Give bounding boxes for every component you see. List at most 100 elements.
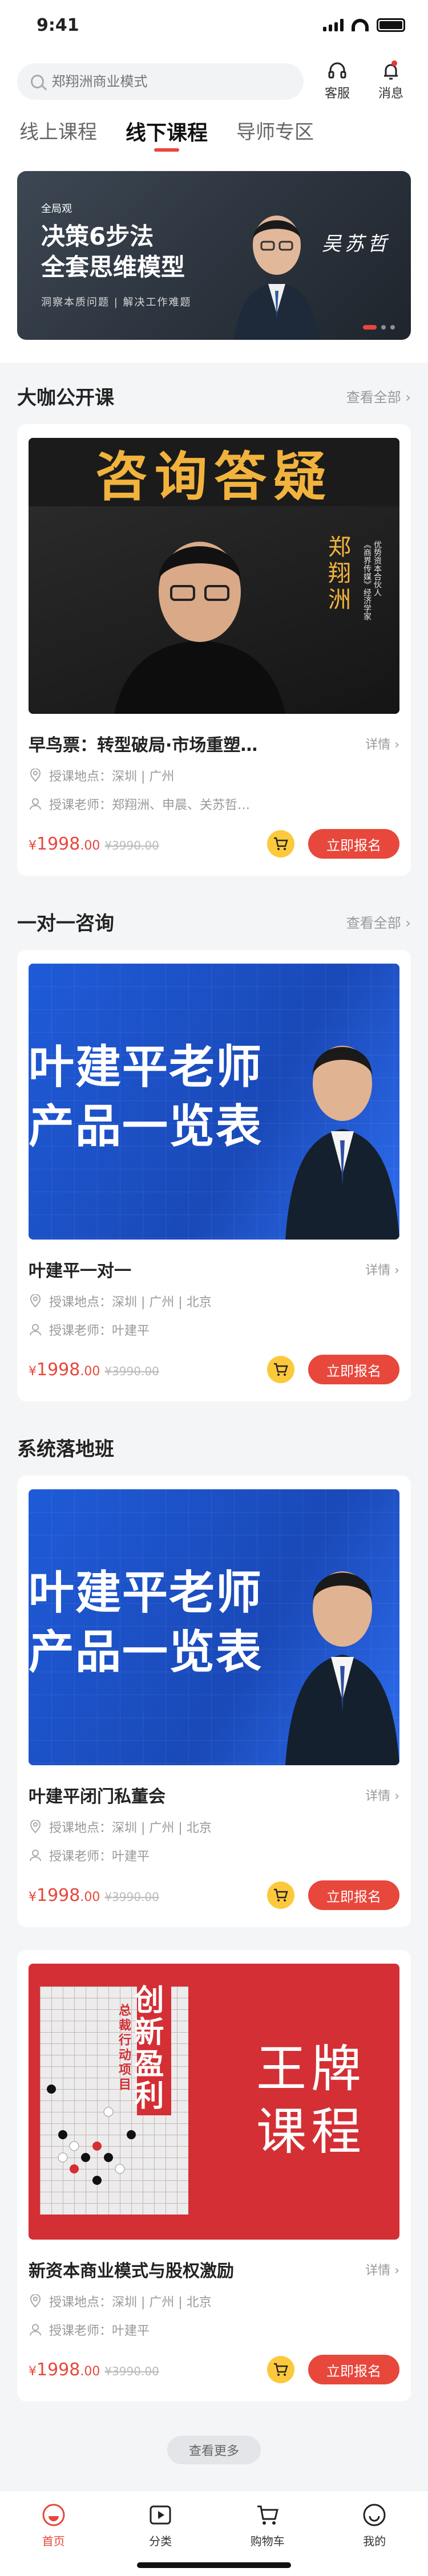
poster-person-image (114, 542, 285, 714)
course-poster: 咨询答疑 郑翔洲 优势资本合伙人 《商界传媒》经济学家 (29, 438, 399, 714)
teacher-row: 授课老师：叶建平 (29, 2321, 399, 2339)
teacher-row: 授课老师：叶建平 (29, 1320, 399, 1339)
price: ¥1998.00 ¥3990.00 (29, 834, 159, 854)
poster-line: 王牌 (256, 2039, 366, 2098)
header: 客服 消息 线上课程 线下课程 导师专区 (0, 50, 428, 160)
search-row: 客服 消息 (17, 60, 411, 101)
user-icon (29, 1323, 42, 1336)
section-header-public-courses: 大咖公开课 查看全部 › (0, 373, 428, 419)
search-input[interactable] (51, 74, 290, 90)
signup-button[interactable]: 立即报名 (308, 2355, 399, 2384)
signup-button[interactable]: 立即报名 (308, 1880, 399, 1910)
original-price: ¥3990.00 (104, 838, 159, 852)
home-indicator (137, 2562, 291, 2568)
signal-icon (323, 19, 344, 31)
poster-line: 课程 (256, 2102, 366, 2161)
user-icon (29, 2323, 42, 2337)
user-icon (29, 797, 42, 811)
banner-subtitle: 洞察本质问题 | 解决工作难题 (41, 296, 192, 308)
course-card[interactable]: 总裁行动项目 创新盈利 王牌 课程 新资本商业模式与股权激励 详情 › 授课地点… (17, 1950, 411, 2402)
banner-dot[interactable] (381, 325, 386, 330)
poster-vertical-main: 创新盈利 (129, 1981, 171, 2115)
course-card[interactable]: 叶建平老师 产品一览表 叶建平闭门私董会 详情 › 授课地点：深圳 | 广州 |… (17, 1476, 411, 1927)
nav-home[interactable]: 首页 (19, 2502, 88, 2576)
course-title[interactable]: 叶建平闭门私董会 (29, 1782, 165, 1807)
card-actions: 立即报名 (267, 2355, 399, 2384)
add-to-cart-button[interactable] (267, 1882, 294, 1909)
banner-dot[interactable] (390, 325, 395, 330)
course-card[interactable]: 咨询答疑 郑翔洲 优势资本合伙人 《商界传媒》经济学家 早鸟票：转型破局·市场重… (17, 424, 411, 876)
teacher-text: 授课老师：郑翔洲、申晨、关苏哲… (49, 798, 251, 812)
message-label: 消息 (378, 87, 403, 101)
nav-label: 分类 (149, 2534, 172, 2548)
view-all-link[interactable]: 查看全部 › (346, 912, 411, 932)
teacher-row: 授课老师：叶建平 (29, 1846, 399, 1864)
location-text: 授课地点：深圳 | 广州 | 北京 (49, 1821, 212, 1835)
section-title: 一对一咨询 (17, 912, 114, 935)
course-title[interactable]: 早鸟票：转型破局·市场重塑… (29, 731, 257, 756)
detail-link[interactable]: 详情 › (365, 2260, 399, 2278)
location-icon (29, 2294, 42, 2308)
signup-button[interactable]: 立即报名 (308, 1355, 399, 1384)
load-more-button[interactable]: 查看更多 (167, 2436, 261, 2464)
poster-name: 郑翔洲 (324, 535, 350, 613)
detail-link[interactable]: 详情 › (365, 1786, 399, 1804)
location-text: 授课地点：深圳 | 广州 | 北京 (49, 2295, 212, 2310)
bottom-nav: 首页 分类 购物车 我的 (0, 2490, 428, 2576)
message-button[interactable]: 消息 (371, 60, 411, 101)
location-row: 授课地点：深圳 | 广州 | 北京 (29, 1818, 399, 1836)
search-bar[interactable] (17, 63, 304, 100)
tab-online-courses[interactable]: 线上课程 (19, 116, 97, 152)
teacher-text: 授课老师：叶建平 (49, 1850, 150, 1864)
poster-desc-line: 《商界传媒》经济学家 (362, 541, 372, 620)
poster-line: 产品一览表 (29, 1626, 263, 1679)
promo-banner[interactable]: 全局观 决策6步法 全套思维模型 洞察本质问题 | 解决工作难题 吴苏哲 (17, 171, 411, 340)
battery-icon (377, 18, 405, 32)
teacher-text: 授课老师：叶建平 (49, 1324, 150, 1338)
section-title: 系统落地班 (17, 1437, 114, 1461)
card-actions: 立即报名 (267, 1355, 399, 1384)
location-text: 授课地点：深圳 | 广州 | 北京 (49, 1295, 212, 1310)
banner-wrap: 全局观 决策6步法 全套思维模型 洞察本质问题 | 解决工作难题 吴苏哲 (0, 160, 428, 363)
cart-icon (274, 2363, 288, 2376)
nav-label: 我的 (363, 2534, 386, 2548)
banner-dot[interactable] (363, 325, 377, 330)
poster-headline: 叶建平老师 产品一览表 (29, 1038, 302, 1156)
course-title[interactable]: 新资本商业模式与股权激励 (29, 2257, 234, 2282)
cart-icon (274, 1888, 288, 1901)
service-button[interactable]: 客服 (317, 62, 357, 101)
banner-title: 决策6步法 全套思维模型 (41, 221, 185, 283)
add-to-cart-button[interactable] (267, 830, 294, 858)
banner-title-line2: 全套思维模型 (41, 253, 185, 281)
location-text: 授课地点：深圳 | 广州 (49, 770, 175, 784)
price-row: ¥1998.00 ¥3990.00 立即报名 (29, 829, 399, 859)
banner-pagination (363, 325, 395, 330)
location-icon (29, 1294, 42, 1308)
location-row: 授课地点：深圳 | 广州 | 北京 (29, 1292, 399, 1310)
add-to-cart-button[interactable] (267, 2356, 294, 2383)
detail-link[interactable]: 详情 › (365, 734, 399, 753)
banner-tag: 全局观 (41, 203, 72, 215)
search-icon (31, 75, 44, 88)
service-label: 客服 (324, 87, 350, 101)
poster-desc: 优势资本合伙人 《商界传媒》经济学家 (362, 541, 382, 620)
tab-offline-courses[interactable]: 线下课程 (126, 116, 208, 152)
load-more-wrap: 查看更多 (0, 2436, 428, 2464)
nav-profile[interactable]: 我的 (340, 2502, 409, 2576)
banner-signature: 吴苏哲 (322, 233, 390, 255)
poster-line: 产品一览表 (29, 1100, 263, 1153)
tab-mentor-zone[interactable]: 导师专区 (236, 116, 314, 152)
view-all-link[interactable]: 查看全部 › (346, 386, 411, 406)
course-title[interactable]: 叶建平一对一 (29, 1257, 131, 1282)
app-page: 9:41 客服 (0, 0, 428, 2576)
price-row: ¥1998.00 ¥3990.00 立即报名 (29, 1880, 399, 1910)
add-to-cart-button[interactable] (267, 1356, 294, 1383)
cart-icon (257, 2505, 278, 2525)
signup-button[interactable]: 立即报名 (308, 829, 399, 859)
course-poster: 叶建平老师 产品一览表 (29, 964, 399, 1240)
status-icons (323, 18, 405, 32)
detail-link[interactable]: 详情 › (365, 1260, 399, 1278)
section-title: 大咖公开课 (17, 386, 114, 409)
course-card[interactable]: 叶建平老师 产品一览表 叶建平一对一 详情 › 授课地点：深圳 | 广州 | 北… (17, 950, 411, 1401)
teacher-row: 授课老师：郑翔洲、申晨、关苏哲… (29, 795, 399, 813)
